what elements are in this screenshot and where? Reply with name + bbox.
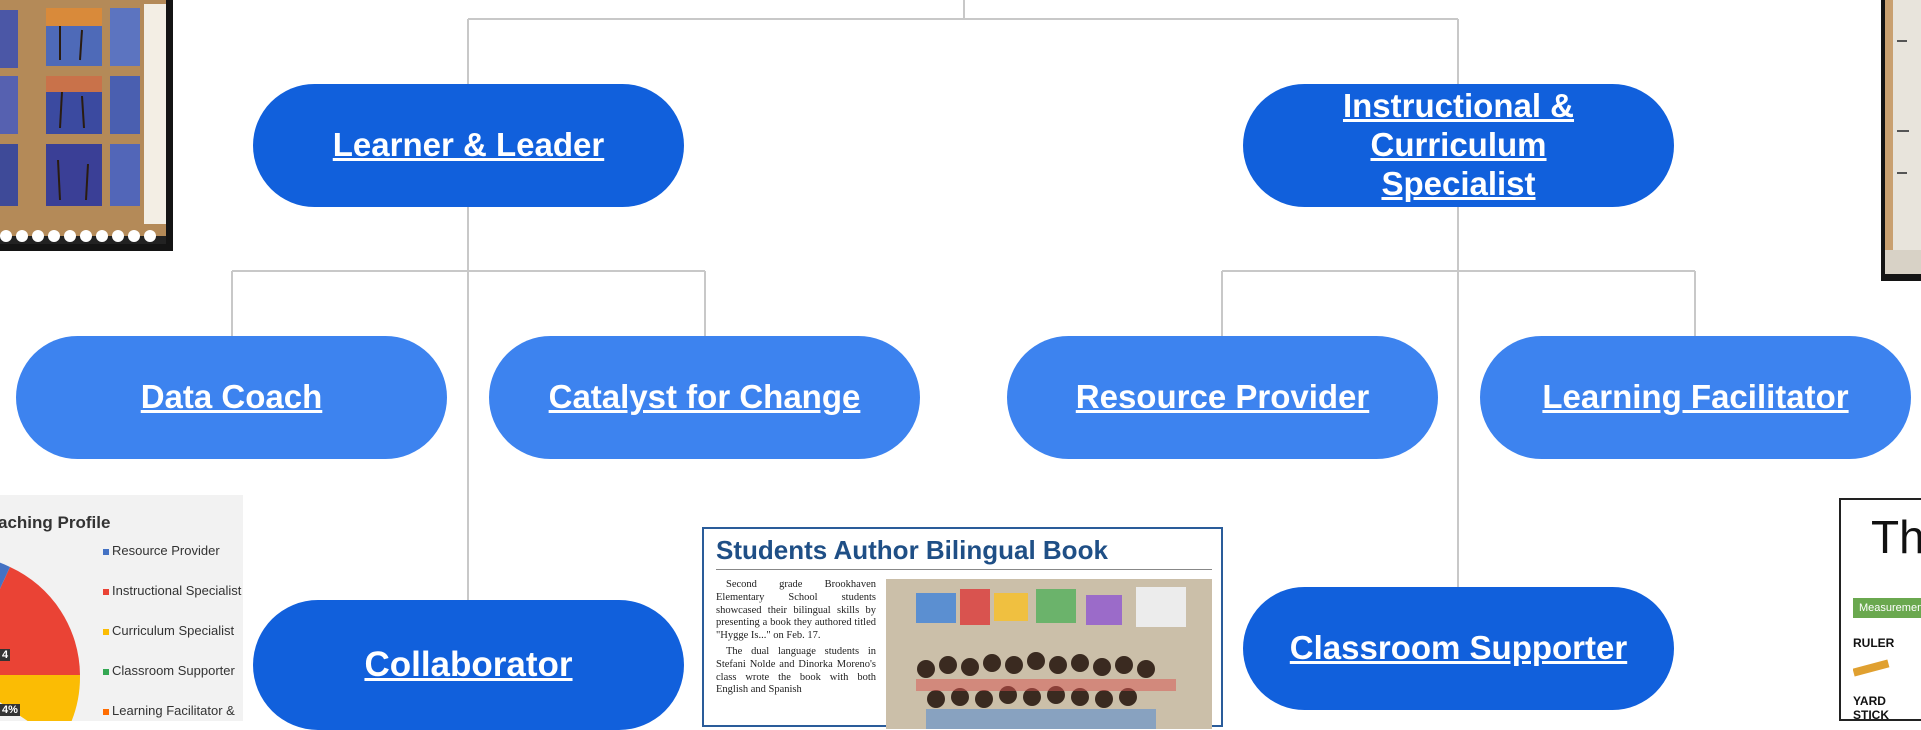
- legend-item: Resource Provider: [103, 543, 220, 558]
- node-learning-facilitator[interactable]: Learning Facilitator: [1480, 336, 1911, 459]
- poster-yardstick-label: YARD STICK: [1853, 694, 1889, 721]
- article-text: Second grade Brookhaven Elementary Schoo…: [716, 579, 876, 696]
- data-coach-link[interactable]: Data Coach: [141, 378, 323, 417]
- learner-leader-link[interactable]: Learner & Leader: [333, 126, 604, 165]
- legend-item: Curriculum Specialist: [103, 623, 234, 638]
- legend-item: Classroom Supporter: [103, 663, 235, 678]
- instructional-curriculum-specialist-link[interactable]: Instructional & Curriculum Specialist: [1304, 87, 1614, 204]
- top-right-photo: [1881, 0, 1921, 281]
- catalyst-for-change-link[interactable]: Catalyst for Change: [549, 378, 861, 417]
- node-resource-provider[interactable]: Resource Provider: [1007, 336, 1438, 459]
- poster-banner: Measurement: [1853, 598, 1921, 618]
- chart-title: aching Profile: [0, 513, 111, 532]
- node-catalyst-for-change[interactable]: Catalyst for Change: [489, 336, 920, 459]
- poster-ruler-label: RULER: [1853, 636, 1895, 650]
- legend-item: Instructional Specialist: [103, 583, 241, 598]
- classroom-supporter-link[interactable]: Classroom Supporter: [1290, 629, 1627, 668]
- class-photo: [886, 579, 1212, 729]
- pie-data-label: 4%: [0, 704, 20, 716]
- pie-slice-red: [0, 567, 80, 675]
- learning-facilitator-link[interactable]: Learning Facilitator: [1542, 378, 1848, 417]
- collaborator-link[interactable]: Collaborator: [364, 644, 572, 685]
- node-instructional-curriculum-specialist[interactable]: Instructional & Curriculum Specialist: [1243, 84, 1674, 207]
- resource-provider-link[interactable]: Resource Provider: [1076, 378, 1369, 417]
- newspaper-headline: Students Author Bilingual Book: [716, 535, 1108, 565]
- coaching-profile-chart: aching Profile Resource Provider Instruc…: [0, 495, 243, 721]
- newspaper-clipping: Students Author Bilingual Book Second gr…: [702, 527, 1223, 729]
- measurement-poster: Thi Measurement RULER YARD STICK: [1839, 498, 1921, 721]
- headline-divider: [716, 569, 1212, 570]
- legend-item: Learning Facilitator &: [103, 703, 235, 718]
- poster-title: Thi: [1871, 511, 1921, 563]
- node-learner-leader[interactable]: Learner & Leader: [253, 84, 684, 207]
- ruler-icon: [1853, 659, 1890, 677]
- node-classroom-supporter[interactable]: Classroom Supporter: [1243, 587, 1674, 710]
- node-collaborator[interactable]: Collaborator: [253, 600, 684, 730]
- node-data-coach[interactable]: Data Coach: [16, 336, 447, 459]
- pie-data-label: 4: [0, 649, 11, 661]
- bulletin-board-photo: [0, 0, 173, 251]
